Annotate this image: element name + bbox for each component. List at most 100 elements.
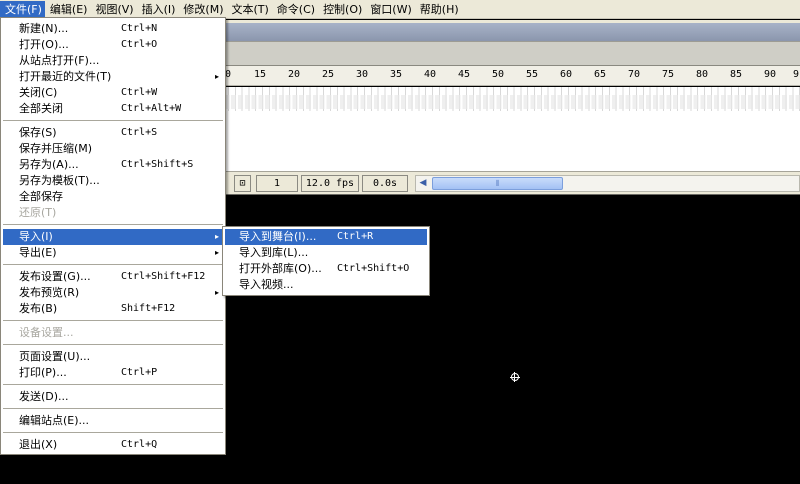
file-menu-revert: 还原(T)	[3, 205, 223, 221]
ruler-tick: 90	[763, 69, 777, 80]
fit-icon[interactable]: ⊡	[234, 175, 251, 192]
file-menu: 新建(N)... Ctrl+N 打开(O)... Ctrl+O 从站点打开(F)..…	[0, 17, 226, 455]
file-menu-save[interactable]: 保存(S) Ctrl+S	[3, 125, 223, 141]
menu-window[interactable]: 窗口(W)	[365, 1, 414, 18]
menu-item-label: 新建(N)...	[19, 22, 69, 35]
menu-item-label: 打印(P)...	[19, 366, 67, 379]
menu-item-label: 退出(X)	[19, 438, 58, 451]
import-to-library[interactable]: 导入到库(L)...	[225, 245, 427, 261]
menu-commands[interactable]: 命令(C)	[272, 1, 318, 18]
menu-item-label: 导入到库(L)...	[239, 246, 309, 259]
menu-item-shortcut: Ctrl+W	[121, 87, 158, 98]
file-menu-open[interactable]: 打开(O)... Ctrl+O	[3, 37, 223, 53]
menu-item-label: 发布预览(R)	[19, 286, 80, 299]
menu-item-label: 编辑站点(E)...	[19, 414, 90, 427]
registration-crosshair-icon	[510, 372, 520, 382]
submenu-arrow-icon: ▸	[214, 248, 219, 257]
menu-item-shortcut: Ctrl+Shift+F12	[121, 271, 206, 282]
menu-item-label: 打开(O)...	[19, 38, 69, 51]
menu-item-shortcut: Ctrl+P	[121, 367, 158, 378]
menu-item-label: 发送(D)...	[19, 390, 69, 403]
file-menu-print[interactable]: 打印(P)... Ctrl+P	[3, 365, 223, 381]
menu-item-shortcut: Ctrl+Alt+W	[121, 103, 182, 114]
submenu-arrow-icon: ▸	[214, 72, 219, 81]
file-menu-edit-sites[interactable]: 编辑站点(E)...	[3, 413, 223, 429]
timeline-horizontal-scrollbar[interactable]: ◀ ⦀	[415, 175, 800, 192]
menu-separator	[3, 344, 223, 345]
menu-item-shortcut: Ctrl+Shift+O	[337, 263, 410, 274]
ruler-tick: 30	[355, 69, 369, 80]
file-menu-save-as-template[interactable]: 另存为模板(T)...	[3, 173, 223, 189]
menu-item-label: 保存(S)	[19, 126, 57, 139]
ruler-tick: 45	[457, 69, 471, 80]
menu-item-label: 保存并压缩(M)	[19, 142, 93, 155]
timeline-title-bar[interactable]	[222, 23, 800, 41]
menu-item-shortcut: Ctrl+S	[121, 127, 158, 138]
file-menu-close-all[interactable]: 全部关闭 Ctrl+Alt+W	[3, 101, 223, 117]
menu-separator	[3, 120, 223, 121]
menu-item-label: 关闭(C)	[19, 86, 58, 99]
file-menu-new[interactable]: 新建(N)... Ctrl+N	[3, 21, 223, 37]
import-to-stage[interactable]: 导入到舞台(I)... Ctrl+R	[225, 229, 427, 245]
menu-separator	[3, 264, 223, 265]
menu-insert[interactable]: 插入(I)	[137, 1, 179, 18]
menu-item-shortcut: Ctrl+R	[337, 231, 374, 242]
menu-text[interactable]: 文本(T)	[226, 1, 271, 18]
menu-item-label: 发布(B)	[19, 302, 58, 315]
menu-separator	[3, 432, 223, 433]
menu-item-label: 从站点打开(F)...	[19, 54, 100, 67]
menu-control[interactable]: 控制(O)	[318, 1, 365, 18]
file-menu-import[interactable]: 导入(I) ▸	[3, 229, 223, 245]
ruler-tick: 70	[627, 69, 641, 80]
menu-help[interactable]: 帮助(H)	[415, 1, 462, 18]
menu-item-shortcut: Shift+F12	[121, 303, 176, 314]
ruler-tick: 20	[287, 69, 301, 80]
submenu-arrow-icon: ▸	[214, 288, 219, 297]
menu-item-label: 导入(I)	[19, 230, 53, 243]
ruler-tick: 9	[792, 69, 800, 80]
menu-item-label: 页面设置(U)...	[19, 350, 91, 363]
file-menu-publish[interactable]: 发布(B) Shift+F12	[3, 301, 223, 317]
menu-item-label: 打开外部库(O)...	[239, 262, 322, 275]
file-menu-publish-preview[interactable]: 发布预览(R) ▸	[3, 285, 223, 301]
menu-separator	[3, 384, 223, 385]
file-menu-device-settings: 设备设置...	[3, 325, 223, 341]
import-video[interactable]: 导入视频...	[225, 277, 427, 293]
file-menu-save-all[interactable]: 全部保存	[3, 189, 223, 205]
file-menu-exit[interactable]: 退出(X) Ctrl+Q	[3, 437, 223, 453]
menu-item-label: 另存为模板(T)...	[19, 174, 100, 187]
file-menu-send[interactable]: 发送(D)...	[3, 389, 223, 405]
ruler-tick: 40	[423, 69, 437, 80]
scroll-left-arrow-icon[interactable]: ◀	[416, 176, 430, 191]
file-menu-save-as[interactable]: 另存为(A)... Ctrl+Shift+S	[3, 157, 223, 173]
frame-rate[interactable]: 12.0 fps	[301, 175, 359, 192]
open-external-library[interactable]: 打开外部库(O)... Ctrl+Shift+O	[225, 261, 427, 277]
menu-item-label: 导入到舞台(I)...	[239, 230, 317, 243]
ruler-tick: 15	[253, 69, 267, 80]
menu-edit[interactable]: 编辑(E)	[45, 1, 91, 18]
ruler-tick: 25	[321, 69, 335, 80]
menu-item-label: 全部关闭	[19, 102, 63, 115]
import-submenu: 导入到舞台(I)... Ctrl+R 导入到库(L)... 打开外部库(O)...…	[222, 226, 430, 296]
file-menu-publish-settings[interactable]: 发布设置(G)... Ctrl+Shift+F12	[3, 269, 223, 285]
file-menu-export[interactable]: 导出(E) ▸	[3, 245, 223, 261]
menu-file[interactable]: 文件(F)	[0, 0, 45, 18]
menu-item-label: 全部保存	[19, 190, 63, 203]
menu-item-label: 设备设置...	[19, 326, 74, 339]
menu-item-label: 导出(E)	[19, 246, 57, 259]
file-menu-open-recent[interactable]: 打开最近的文件(T) ▸	[3, 69, 223, 85]
menu-modify[interactable]: 修改(M)	[178, 1, 226, 18]
file-menu-save-and-compact[interactable]: 保存并压缩(M)	[3, 141, 223, 157]
file-menu-page-setup[interactable]: 页面设置(U)...	[3, 349, 223, 365]
menu-item-shortcut: Ctrl+Q	[121, 439, 158, 450]
ruler-tick: 35	[389, 69, 403, 80]
ruler-tick: 60	[559, 69, 573, 80]
file-menu-open-from-site[interactable]: 从站点打开(F)...	[3, 53, 223, 69]
ruler-tick: 50	[491, 69, 505, 80]
scrollbar-thumb[interactable]: ⦀	[432, 177, 563, 190]
elapsed-time: 0.0s	[362, 175, 408, 192]
menu-view[interactable]: 视图(V)	[90, 1, 136, 18]
ruler-tick: 75	[661, 69, 675, 80]
file-menu-close[interactable]: 关闭(C) Ctrl+W	[3, 85, 223, 101]
ruler-tick: 80	[695, 69, 709, 80]
